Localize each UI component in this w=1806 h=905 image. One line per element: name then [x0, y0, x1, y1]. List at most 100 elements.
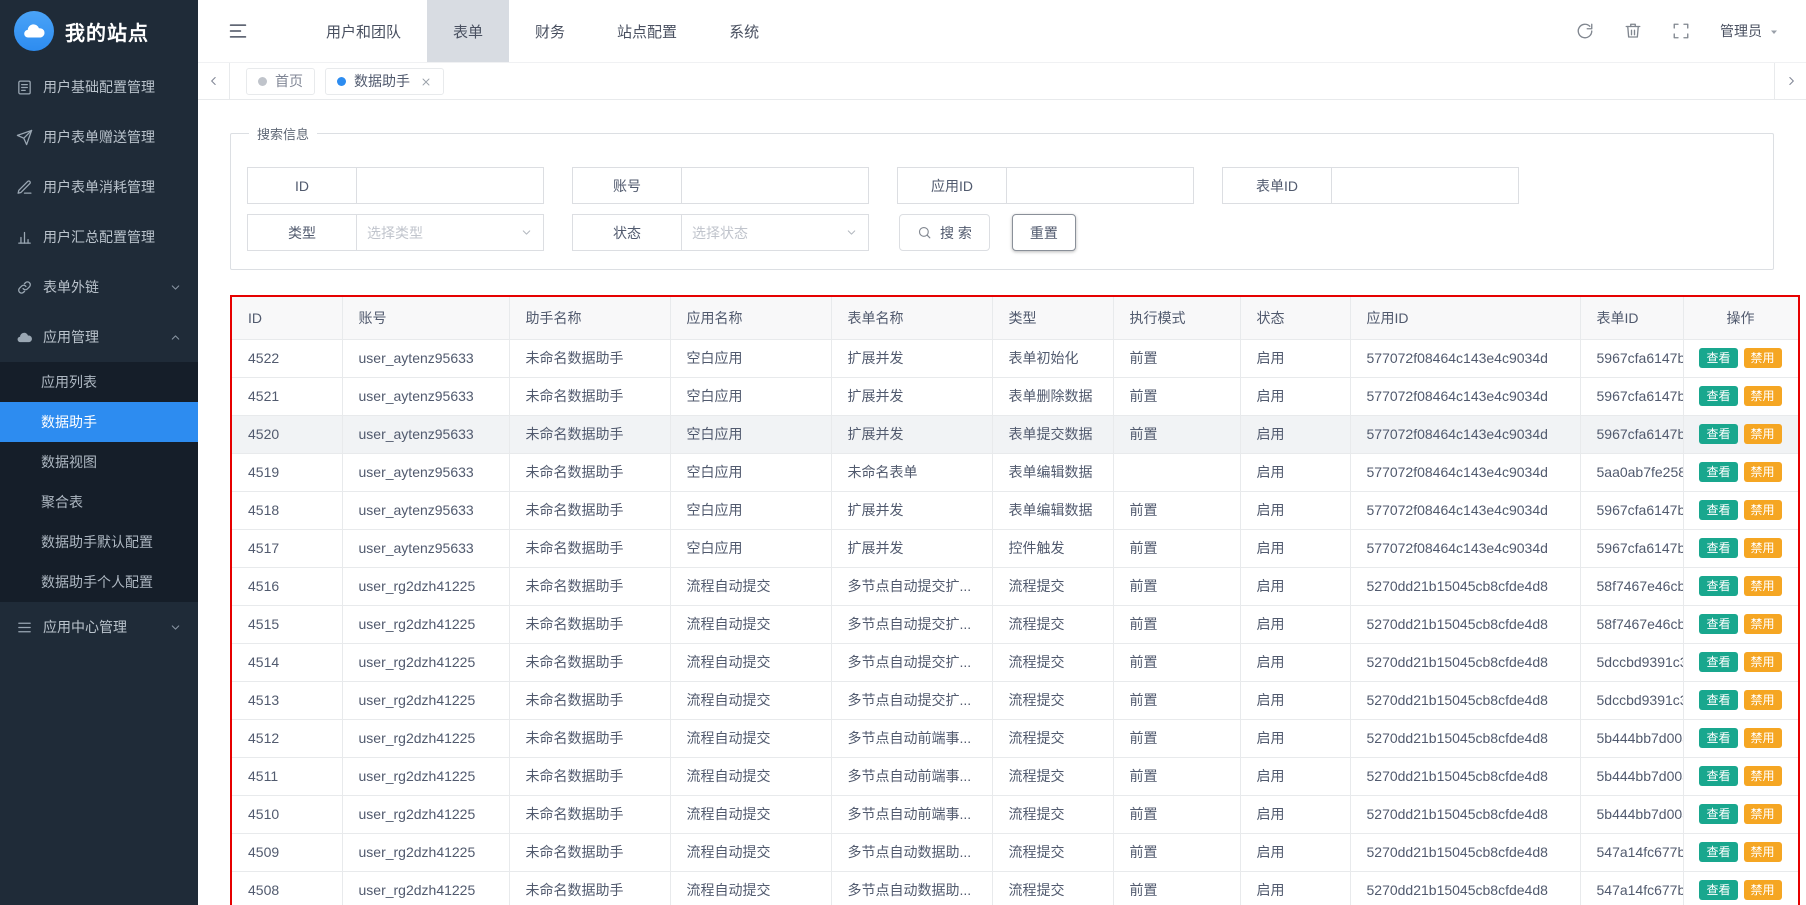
- menu-fold-icon[interactable]: [228, 21, 248, 41]
- cell-type: 表单编辑数据: [992, 453, 1113, 491]
- sidebar-subitem[interactable]: 聚合表: [0, 482, 198, 522]
- sidebar-item[interactable]: 用户表单赠送管理: [0, 112, 198, 162]
- disable-button[interactable]: 禁用: [1744, 880, 1782, 900]
- top-nav-item[interactable]: 用户和团队: [300, 0, 427, 62]
- cell-actions: 查看禁用: [1683, 757, 1798, 795]
- view-button[interactable]: 查看: [1699, 424, 1737, 444]
- table-row[interactable]: 4512user_rg2dzh41225未命名数据助手流程自动提交多节点自动前端…: [232, 719, 1798, 757]
- view-button[interactable]: 查看: [1699, 728, 1737, 748]
- sidebar-item[interactable]: 应用管理: [0, 312, 198, 362]
- table-row[interactable]: 4522user_aytenz95633未命名数据助手空白应用扩展并发表单初始化…: [232, 339, 1798, 377]
- cell-type: 流程提交: [992, 795, 1113, 833]
- view-button[interactable]: 查看: [1699, 538, 1737, 558]
- view-button[interactable]: 查看: [1699, 766, 1737, 786]
- top-nav-item[interactable]: 表单: [427, 0, 509, 62]
- cell-form_id: 5aa0ab7fe25894ba: [1580, 453, 1683, 491]
- search-input[interactable]: [356, 167, 544, 204]
- cell-assistant: 未命名数据助手: [509, 643, 670, 681]
- table-row[interactable]: 4511user_rg2dzh41225未命名数据助手流程自动提交多节点自动前端…: [232, 757, 1798, 795]
- disable-button[interactable]: 禁用: [1744, 538, 1782, 558]
- cell-actions: 查看禁用: [1683, 643, 1798, 681]
- select-input[interactable]: 选择状态: [681, 214, 869, 251]
- cell-app: 流程自动提交: [670, 643, 831, 681]
- table-row[interactable]: 4514user_rg2dzh41225未命名数据助手流程自动提交多节点自动提交…: [232, 643, 1798, 681]
- top-nav-item[interactable]: 财务: [509, 0, 591, 62]
- sidebar-subitem[interactable]: 数据助手: [0, 402, 198, 442]
- cell-form_id: 547a14fc677b772b: [1580, 871, 1683, 905]
- cell-type: 表单提交数据: [992, 415, 1113, 453]
- disable-button[interactable]: 禁用: [1744, 424, 1782, 444]
- disable-button[interactable]: 禁用: [1744, 462, 1782, 482]
- cell-actions: 查看禁用: [1683, 377, 1798, 415]
- sidebar-item[interactable]: 应用中心管理: [0, 602, 198, 652]
- search-input[interactable]: [1006, 167, 1194, 204]
- search-button[interactable]: 搜 索: [899, 214, 990, 251]
- site-logo[interactable]: 我的站点: [0, 0, 198, 62]
- view-button[interactable]: 查看: [1699, 804, 1737, 824]
- page-tab[interactable]: 首页: [246, 68, 315, 95]
- search-button-label: 搜 索: [940, 223, 972, 243]
- close-icon[interactable]: [420, 75, 432, 87]
- sidebar-subitem[interactable]: 数据视图: [0, 442, 198, 482]
- sidebar-subitem[interactable]: 应用列表: [0, 362, 198, 402]
- tabs-scroll-right[interactable]: [1774, 63, 1806, 99]
- sidebar-item[interactable]: 用户基础配置管理: [0, 62, 198, 112]
- view-button[interactable]: 查看: [1699, 576, 1737, 596]
- disable-button[interactable]: 禁用: [1744, 804, 1782, 824]
- view-button[interactable]: 查看: [1699, 690, 1737, 710]
- table-row[interactable]: 4516user_rg2dzh41225未命名数据助手流程自动提交多节点自动提交…: [232, 567, 1798, 605]
- column-header: 表单名称: [831, 297, 992, 339]
- disable-button[interactable]: 禁用: [1744, 766, 1782, 786]
- view-button[interactable]: 查看: [1699, 500, 1737, 520]
- view-button[interactable]: 查看: [1699, 880, 1737, 900]
- disable-button[interactable]: 禁用: [1744, 614, 1782, 634]
- table-row[interactable]: 4513user_rg2dzh41225未命名数据助手流程自动提交多节点自动提交…: [232, 681, 1798, 719]
- sidebar-item[interactable]: 用户表单消耗管理: [0, 162, 198, 212]
- reset-button[interactable]: 重置: [1012, 214, 1076, 251]
- view-button[interactable]: 查看: [1699, 348, 1737, 368]
- user-menu[interactable]: 管理员: [1720, 21, 1780, 41]
- table-row[interactable]: 4509user_rg2dzh41225未命名数据助手流程自动提交多节点自动数据…: [232, 833, 1798, 871]
- disable-button[interactable]: 禁用: [1744, 690, 1782, 710]
- disable-button[interactable]: 禁用: [1744, 500, 1782, 520]
- view-button[interactable]: 查看: [1699, 614, 1737, 634]
- table-row[interactable]: 4518user_aytenz95633未命名数据助手空白应用扩展并发表单编辑数…: [232, 491, 1798, 529]
- search-icon: [917, 225, 932, 240]
- trash-icon[interactable]: [1624, 22, 1642, 40]
- table-row[interactable]: 4519user_aytenz95633未命名数据助手空白应用未命名表单表单编辑…: [232, 453, 1798, 491]
- select-input[interactable]: 选择类型: [356, 214, 544, 251]
- table-row[interactable]: 4508user_rg2dzh41225未命名数据助手流程自动提交多节点自动数据…: [232, 871, 1798, 905]
- disable-button[interactable]: 禁用: [1744, 842, 1782, 862]
- table-row[interactable]: 4520user_aytenz95633未命名数据助手空白应用扩展并发表单提交数…: [232, 415, 1798, 453]
- tabs-scroll-left[interactable]: [198, 63, 230, 99]
- top-nav-item[interactable]: 站点配置: [591, 0, 703, 62]
- top-nav-item[interactable]: 系统: [703, 0, 785, 62]
- cell-account: user_rg2dzh41225: [342, 795, 509, 833]
- cell-id: 4514: [232, 643, 342, 681]
- sidebar-item[interactable]: 用户汇总配置管理: [0, 212, 198, 262]
- page-tab[interactable]: 数据助手: [325, 68, 444, 95]
- sidebar-item[interactable]: 表单外链: [0, 262, 198, 312]
- refresh-icon[interactable]: [1576, 22, 1594, 40]
- table-row[interactable]: 4517user_aytenz95633未命名数据助手空白应用扩展并发控件触发前…: [232, 529, 1798, 567]
- view-button[interactable]: 查看: [1699, 386, 1737, 406]
- fullscreen-icon[interactable]: [1672, 22, 1690, 40]
- cell-actions: 查看禁用: [1683, 415, 1798, 453]
- disable-button[interactable]: 禁用: [1744, 652, 1782, 672]
- disable-button[interactable]: 禁用: [1744, 348, 1782, 368]
- disable-button[interactable]: 禁用: [1744, 576, 1782, 596]
- cell-mode: [1113, 453, 1240, 491]
- sidebar-subitem[interactable]: 数据助手默认配置: [0, 522, 198, 562]
- view-button[interactable]: 查看: [1699, 462, 1737, 482]
- table-row[interactable]: 4515user_rg2dzh41225未命名数据助手流程自动提交多节点自动提交…: [232, 605, 1798, 643]
- view-button[interactable]: 查看: [1699, 842, 1737, 862]
- search-input[interactable]: [1331, 167, 1519, 204]
- disable-button[interactable]: 禁用: [1744, 728, 1782, 748]
- sidebar-subitem[interactable]: 数据助手个人配置: [0, 562, 198, 602]
- view-button[interactable]: 查看: [1699, 652, 1737, 672]
- search-input[interactable]: [681, 167, 869, 204]
- disable-button[interactable]: 禁用: [1744, 386, 1782, 406]
- table-row[interactable]: 4510user_rg2dzh41225未命名数据助手流程自动提交多节点自动前端…: [232, 795, 1798, 833]
- table-row[interactable]: 4521user_aytenz95633未命名数据助手空白应用扩展并发表单删除数…: [232, 377, 1798, 415]
- cell-app: 流程自动提交: [670, 795, 831, 833]
